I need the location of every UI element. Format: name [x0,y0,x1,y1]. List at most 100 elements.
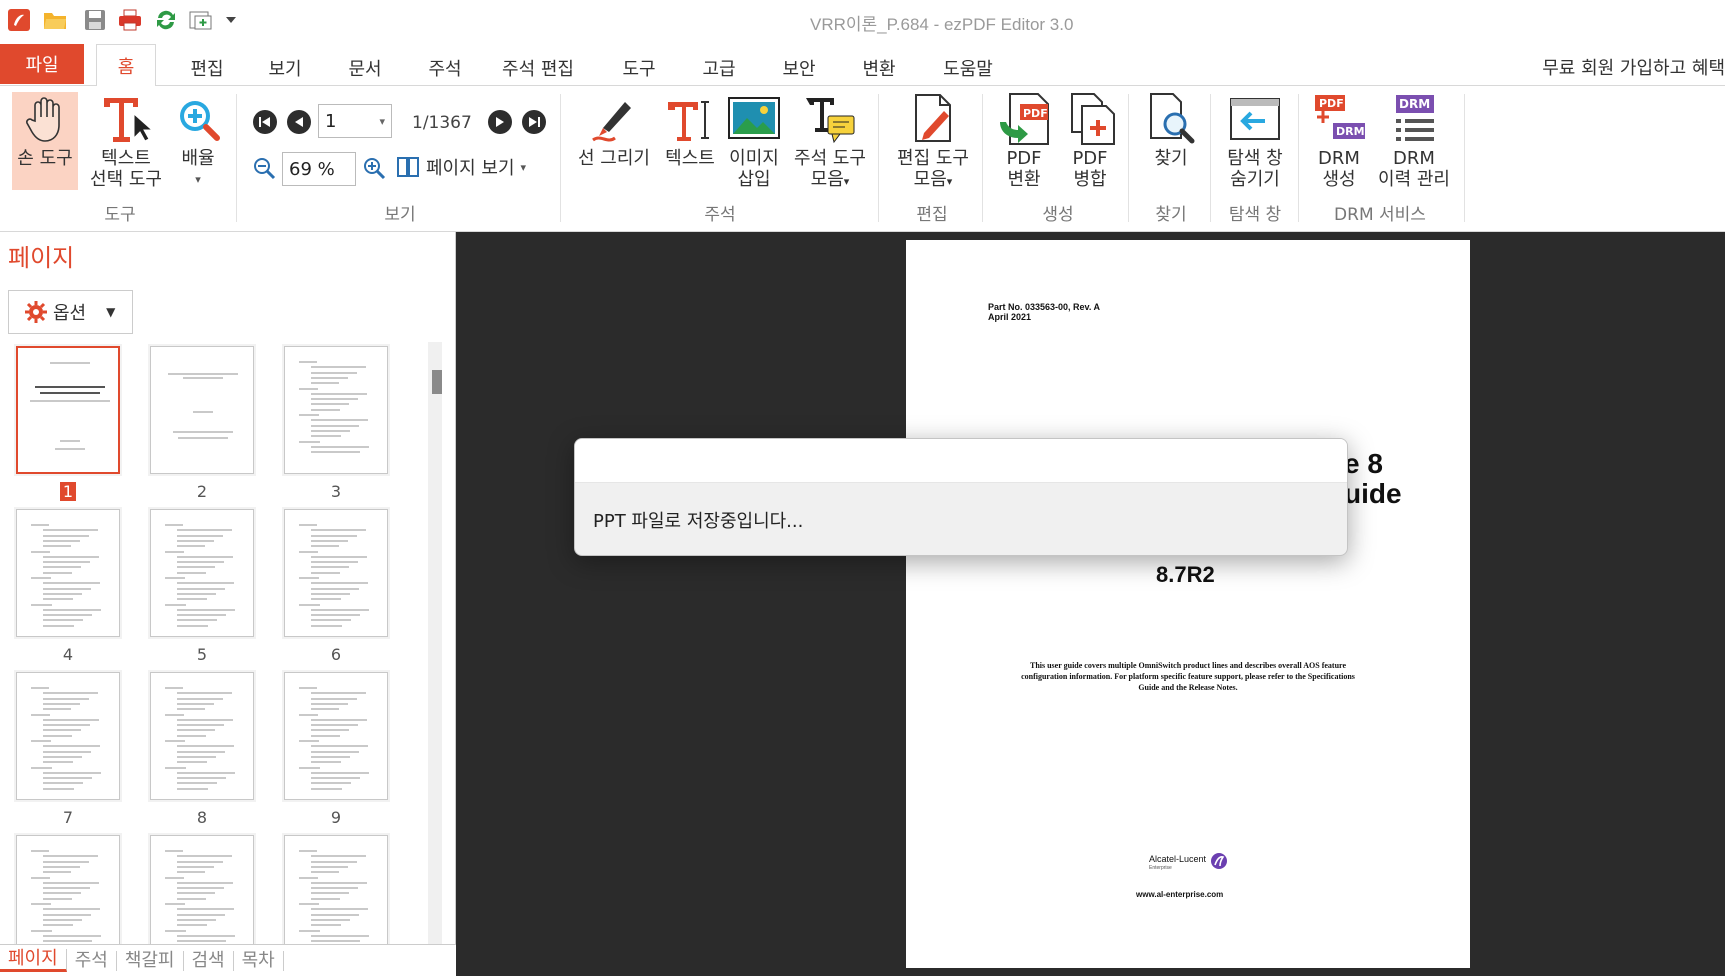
page-thumbnail[interactable] [284,835,388,953]
app-logo-icon[interactable] [6,7,32,33]
drm-create-pdf-badge-text: PDF [1319,97,1344,110]
last-page-icon[interactable] [522,110,546,134]
options-label: 옵션 [53,303,87,324]
pane-tab-bookmarks[interactable]: 책갈피 [117,950,184,971]
page-number-label: 2 [196,482,208,501]
drm-create-button[interactable]: PDF DRM DRM 생성 [1306,92,1372,190]
pdf-merge-button[interactable]: PDF 병합 [1058,92,1122,190]
zoom-value-input[interactable]: 69 % [282,152,356,186]
thumbnail-text-line [311,451,360,454]
text-select-tool-button[interactable]: 텍스트 선택 도구 [84,92,168,190]
tab-home[interactable]: 홈 [96,44,156,86]
page-number-dropdown-icon[interactable]: ▾ [379,115,385,128]
thumbnail-text-line [177,750,225,753]
thumbnail-text-line [50,362,90,364]
print-icon[interactable] [117,7,143,33]
document-page[interactable]: Part No. 033563-00, Rev. A April 2021 e … [906,240,1470,968]
tab-advanced[interactable]: 고급 [692,50,746,86]
group-separator [1210,94,1211,222]
thumbnail-text-line [311,729,349,732]
tab-help[interactable]: 도움말 [934,50,1002,86]
page-view-dropdown-icon: ▾ [520,160,527,174]
pane-tab-annotations[interactable]: 주석 [67,950,117,971]
page-thumbnail[interactable] [16,346,120,474]
save-icon[interactable] [82,7,108,33]
pane-tab-search[interactable]: 검색 [184,950,234,971]
tab-view[interactable]: 보기 [258,50,312,86]
page-thumbnail[interactable] [16,509,120,637]
thumbnail-scrollbar[interactable] [428,342,442,952]
thumbnail-text-line [311,545,339,548]
page-thumbnail[interactable] [150,672,254,800]
page-thumbnail[interactable] [150,835,254,953]
page-thumbnail[interactable] [16,672,120,800]
thumbnail-text-line [177,718,233,721]
drm-history-button[interactable]: DRM DRM 이력 관리 [1374,92,1454,190]
thumbnail-text-line [43,702,80,705]
hand-tool-button[interactable]: 손 도구 [12,92,78,190]
first-page-icon[interactable] [253,110,277,134]
prev-page-icon[interactable] [287,110,311,134]
pdf-merge-label-1: PDF [1072,148,1108,169]
open-folder-icon[interactable] [42,7,68,33]
zoom-button[interactable]: 배율 ▾ [172,92,224,190]
thumbnail-text-line [311,692,366,695]
thumbnail-text-line [177,897,206,900]
pane-tab-toc[interactable]: 목차 [234,950,284,971]
next-page-icon[interactable] [488,110,512,134]
doc-description: This user guide covers multiple OmniSwit… [926,660,1450,693]
draw-line-button[interactable]: 선 그리기 [572,92,656,169]
thumbnail-text-line [311,424,359,427]
page-thumbnail[interactable] [150,346,254,474]
group-separator [1464,94,1465,222]
text-annotation-button[interactable]: 텍스트 [660,92,720,169]
scrollbar-thumb[interactable] [432,370,442,394]
tab-document[interactable]: 문서 [338,50,392,86]
pane-tab-pages[interactable]: 페이지 [0,949,67,972]
zoom-label: 배율 [181,148,215,169]
page-number-input[interactable]: 1 ▾ [318,104,392,138]
saving-progress-dialog: PPT 파일로 저장중입니다... [574,438,1348,556]
tab-tools[interactable]: 도구 [612,50,666,86]
find-button[interactable]: 찾기 [1140,92,1202,169]
thumbnail-text-line [177,860,223,863]
thumbnail-text-line [178,437,228,439]
page-thumbnail[interactable] [284,346,388,474]
page-thumbnail[interactable] [150,509,254,637]
tab-annotation-edit[interactable]: 주석 편집 [496,50,580,86]
thumbnail-text-line [311,366,366,369]
group-title-create: 생성 [1042,205,1074,225]
options-button[interactable]: 옵션 ▼ [8,290,133,334]
annotation-tools-button[interactable]: 주석 도구 모음▾ [788,92,872,192]
tab-security[interactable]: 보안 [772,50,826,86]
page-view-button[interactable]: 페이지 보기 ▾ [396,154,526,180]
thumbnail-text-line [165,766,186,769]
thumbnail-text-line [43,855,98,858]
thumbnail-text-line [311,529,366,532]
thumbnail-text-line [177,908,234,911]
pdf-convert-button[interactable]: PDF PDF 변환 [992,92,1056,190]
tab-convert[interactable]: 변환 [852,50,906,86]
zoom-in-small-icon[interactable] [362,156,386,180]
page-thumbnail[interactable] [284,509,388,637]
refresh-icon[interactable] [153,7,179,33]
thumbnail-text-line [43,582,100,585]
thumbnail-text-line [311,871,339,874]
annotation-tools-icon [804,92,856,146]
page-thumbnail[interactable] [16,835,120,953]
insert-image-button[interactable]: 이미지 삽입 [722,92,786,190]
new-window-icon[interactable] [188,7,214,33]
thumbnail-text-line [311,571,340,574]
file-tab[interactable]: 파일 [0,44,84,84]
tab-annotation[interactable]: 주석 [418,50,472,86]
ribbon: 손 도구 텍스트 선택 도구 배율 ▾ 도구 1 ▾ 1/1367 69 % 페… [0,86,1725,232]
thumbnail-text-line [311,697,357,700]
thumbnail-text-line [31,577,51,579]
zoom-out-icon[interactable] [252,156,276,180]
page-thumbnail[interactable] [284,672,388,800]
hide-nav-pane-button[interactable]: 탐색 창 숨기기 [1218,92,1292,190]
tab-edit[interactable]: 편집 [180,50,234,86]
edit-tools-button[interactable]: 편집 도구 모음▾ [888,92,978,192]
dropdown-arrow-icon[interactable] [218,7,244,33]
signup-link[interactable]: 무료 회원 가입하고 혜택 [1542,54,1725,80]
